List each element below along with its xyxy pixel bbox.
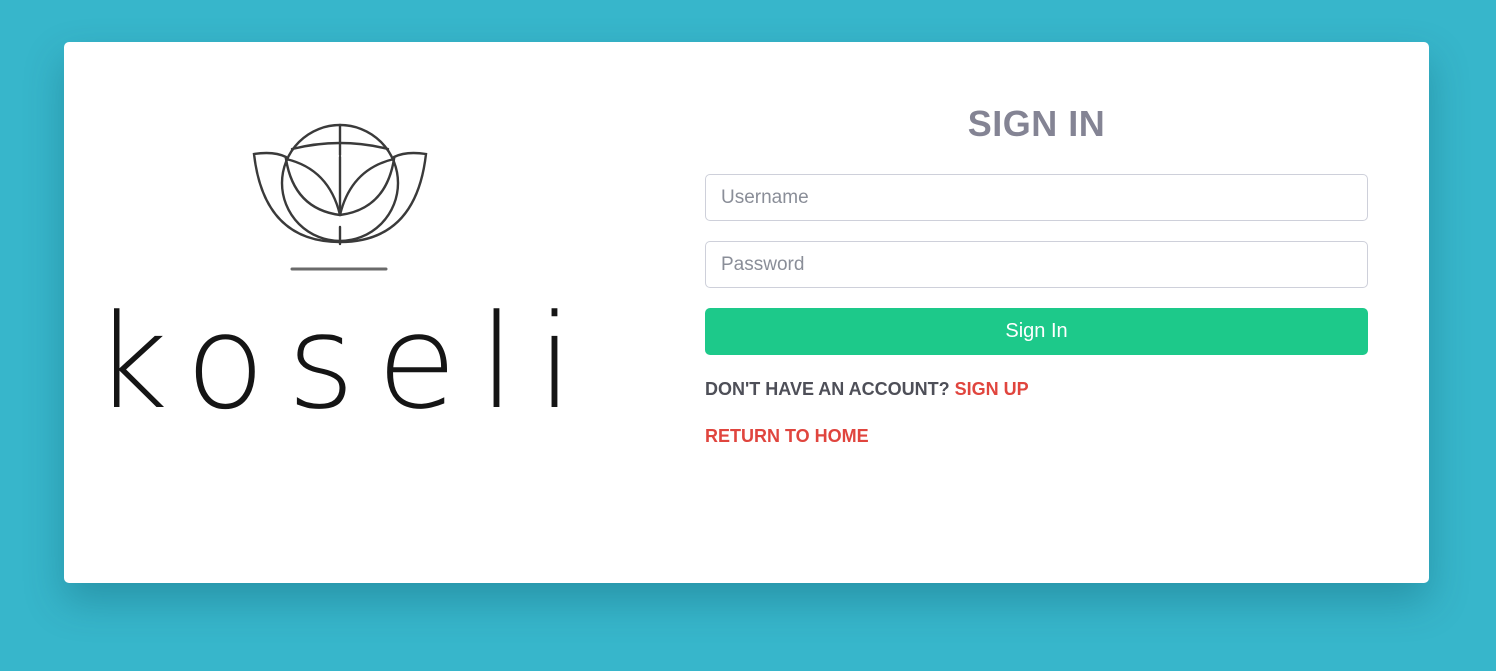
no-account-text: DON'T HAVE AN ACCOUNT? bbox=[705, 379, 950, 399]
password-input[interactable] bbox=[705, 241, 1368, 288]
signup-prompt: DON'T HAVE AN ACCOUNT? SIGN UP bbox=[705, 377, 1368, 401]
signin-card: koseli SIGN IN Sign In DON'T HAVE AN ACC… bbox=[64, 42, 1429, 583]
username-input[interactable] bbox=[705, 174, 1368, 221]
brand-logo: koseli bbox=[114, 97, 574, 427]
sign-in-button[interactable]: Sign In bbox=[705, 308, 1368, 355]
page-title: SIGN IN bbox=[967, 103, 1106, 144]
leaf-globe-logo-icon: koseli bbox=[114, 123, 574, 427]
return-home-link[interactable]: RETURN TO HOME bbox=[705, 424, 869, 448]
brand-wordmark: koseli bbox=[114, 286, 574, 427]
signin-form: SIGN IN Sign In DON'T HAVE AN ACCOUNT? S… bbox=[705, 102, 1368, 448]
sign-up-link[interactable]: SIGN UP bbox=[955, 379, 1029, 399]
